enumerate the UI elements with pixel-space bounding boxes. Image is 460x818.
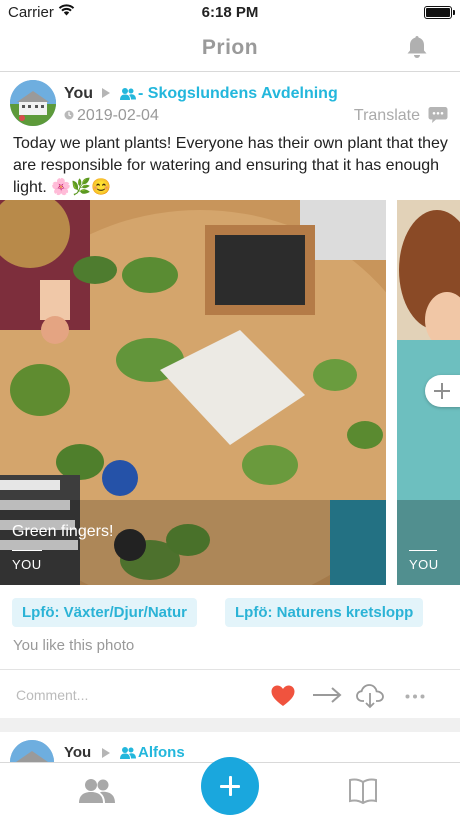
avatar[interactable] <box>10 740 54 762</box>
photo-carousel[interactable]: Green fingers! YOU YOU <box>0 200 460 585</box>
post-header: You - Skogslundens Avdelning 2019-02-04 … <box>0 72 460 132</box>
photo[interactable]: Green fingers! YOU <box>0 200 386 585</box>
status-bar: Carrier 6:18 PM <box>0 0 460 24</box>
book-icon[interactable] <box>348 777 378 805</box>
post-separator <box>0 718 460 732</box>
tag-chip[interactable]: Lpfö: Naturens kretslopp <box>225 598 424 627</box>
photo-caption: Green fingers! <box>12 523 114 540</box>
post-group-link[interactable]: - Skogslundens Avdelning <box>138 85 338 103</box>
tag-list: Lpfö: Växter/Djur/Natur Lpfö: Naturens k… <box>12 598 460 628</box>
tab-bar <box>0 757 460 818</box>
heart-icon[interactable] <box>270 684 296 708</box>
arrow-right-icon <box>102 748 110 758</box>
group-icon <box>120 88 136 100</box>
tag-chip[interactable]: Lpfö: Växter/Djur/Natur <box>12 598 198 627</box>
caption-divider <box>12 550 42 551</box>
avatar-image <box>10 80 56 126</box>
more-icon[interactable] <box>405 694 425 699</box>
battery-icon <box>424 6 455 19</box>
add-photo-button[interactable] <box>425 375 460 407</box>
clock-icon <box>64 110 74 120</box>
clock: 6:18 PM <box>201 4 259 21</box>
comment-input[interactable]: Comment... <box>16 687 88 703</box>
post-text: Today we plant plants! Everyone has thei… <box>13 135 448 196</box>
share-arrow-icon[interactable] <box>312 686 342 704</box>
likes-text: You like this photo <box>13 637 135 654</box>
post-date: 2019-02-04 <box>77 107 159 124</box>
post-author[interactable]: You <box>64 85 93 103</box>
arrow-right-icon <box>102 88 110 98</box>
group-icon <box>120 747 136 759</box>
cloud-download-icon[interactable] <box>356 683 384 709</box>
nav-bar: Prion <box>0 24 460 72</box>
bell-icon[interactable] <box>404 34 430 60</box>
translate-button[interactable]: Translate <box>354 107 420 125</box>
comment-bar: Comment... <box>0 670 460 718</box>
photo-author: YOU <box>409 557 439 572</box>
people-icon[interactable] <box>78 777 116 805</box>
post-author[interactable]: You <box>64 744 91 761</box>
caption-divider <box>409 550 437 551</box>
app-title: Prion <box>201 36 259 59</box>
add-post-button[interactable] <box>201 757 259 815</box>
avatar-image <box>10 740 54 762</box>
photo-author: YOU <box>12 557 42 572</box>
post-group-link[interactable]: Alfons <box>138 744 185 761</box>
avatar[interactable] <box>10 80 56 126</box>
speech-bubble-icon[interactable] <box>428 106 448 124</box>
